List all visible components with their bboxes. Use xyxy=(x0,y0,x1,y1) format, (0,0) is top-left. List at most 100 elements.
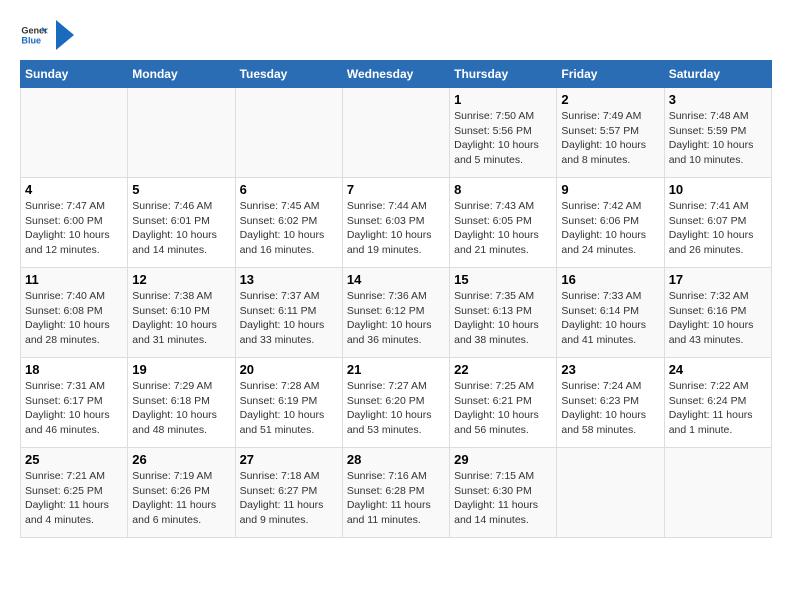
day-info: Sunrise: 7:38 AMSunset: 6:10 PMDaylight:… xyxy=(132,289,230,348)
day-number: 10 xyxy=(669,182,767,197)
week-row-5: 25 Sunrise: 7:21 AMSunset: 6:25 PMDayligh… xyxy=(21,448,772,538)
day-number: 28 xyxy=(347,452,445,467)
calendar-cell xyxy=(128,88,235,178)
calendar-cell: 3 Sunrise: 7:48 AMSunset: 5:59 PMDaylight… xyxy=(664,88,771,178)
calendar-cell: 19Sunrise: 7:29 AMSunset: 6:18 PMDayligh… xyxy=(128,358,235,448)
day-info: Sunrise: 7:33 AMSunset: 6:14 PMDaylight:… xyxy=(561,289,659,348)
day-number: 8 xyxy=(454,182,552,197)
svg-text:Blue: Blue xyxy=(21,35,41,45)
calendar-cell: 15 Sunrise: 7:35 AMSunset: 6:13 PMDayligh… xyxy=(450,268,557,358)
day-info: Sunrise: 7:37 AMSunset: 6:11 PMDaylight:… xyxy=(240,289,338,348)
day-number: 16 xyxy=(561,272,659,287)
header-day-sunday: Sunday xyxy=(21,61,128,88)
calendar-cell: 22Sunrise: 7:25 AMSunset: 6:21 PMDayligh… xyxy=(450,358,557,448)
calendar-cell xyxy=(557,448,664,538)
day-info: Sunrise: 7:19 AMSunset: 6:26 PMDaylight:… xyxy=(132,469,230,528)
calendar-cell: 11 Sunrise: 7:40 AMSunset: 6:08 PMDayligh… xyxy=(21,268,128,358)
calendar-cell xyxy=(235,88,342,178)
day-info: Sunrise: 7:46 AMSunset: 6:01 PMDaylight:… xyxy=(132,199,230,258)
header-row: SundayMondayTuesdayWednesdayThursdayFrid… xyxy=(21,61,772,88)
calendar-cell xyxy=(21,88,128,178)
logo: General Blue xyxy=(20,20,74,50)
day-number: 21 xyxy=(347,362,445,377)
week-row-3: 11 Sunrise: 7:40 AMSunset: 6:08 PMDayligh… xyxy=(21,268,772,358)
day-number: 14 xyxy=(347,272,445,287)
calendar-cell: 28 Sunrise: 7:16 AMSunset: 6:28 PMDayligh… xyxy=(342,448,449,538)
calendar-cell: 1 Sunrise: 7:50 AMSunset: 5:56 PMDaylight… xyxy=(450,88,557,178)
day-number: 20 xyxy=(240,362,338,377)
day-info: Sunrise: 7:49 AMSunset: 5:57 PMDaylight:… xyxy=(561,109,659,168)
calendar-cell: 21 Sunrise: 7:27 AMSunset: 6:20 PMDayligh… xyxy=(342,358,449,448)
calendar-cell: 20 Sunrise: 7:28 AMSunset: 6:19 PMDayligh… xyxy=(235,358,342,448)
day-info: Sunrise: 7:15 AMSunset: 6:30 PMDaylight:… xyxy=(454,469,552,528)
day-number: 24 xyxy=(669,362,767,377)
day-number: 18 xyxy=(25,362,123,377)
header-day-tuesday: Tuesday xyxy=(235,61,342,88)
day-number: 7 xyxy=(347,182,445,197)
header-day-thursday: Thursday xyxy=(450,61,557,88)
calendar-cell: 14 Sunrise: 7:36 AMSunset: 6:12 PMDayligh… xyxy=(342,268,449,358)
day-info: Sunrise: 7:16 AMSunset: 6:28 PMDaylight:… xyxy=(347,469,445,528)
header-day-saturday: Saturday xyxy=(664,61,771,88)
header-day-friday: Friday xyxy=(557,61,664,88)
calendar-cell xyxy=(664,448,771,538)
calendar-cell: 10 Sunrise: 7:41 AMSunset: 6:07 PMDayligh… xyxy=(664,178,771,268)
day-info: Sunrise: 7:25 AMSunset: 6:21 PMDaylight:… xyxy=(454,379,552,438)
day-number: 6 xyxy=(240,182,338,197)
page-header: General Blue xyxy=(20,20,772,50)
day-number: 1 xyxy=(454,92,552,107)
day-info: Sunrise: 7:45 AMSunset: 6:02 PMDaylight:… xyxy=(240,199,338,258)
calendar-cell: 29 Sunrise: 7:15 AMSunset: 6:30 PMDayligh… xyxy=(450,448,557,538)
day-number: 15 xyxy=(454,272,552,287)
day-info: Sunrise: 7:44 AMSunset: 6:03 PMDaylight:… xyxy=(347,199,445,258)
day-info: Sunrise: 7:31 AMSunset: 6:17 PMDaylight:… xyxy=(25,379,123,438)
day-info: Sunrise: 7:48 AMSunset: 5:59 PMDaylight:… xyxy=(669,109,767,168)
day-number: 2 xyxy=(561,92,659,107)
calendar-cell: 13 Sunrise: 7:37 AMSunset: 6:11 PMDayligh… xyxy=(235,268,342,358)
calendar-cell: 24Sunrise: 7:22 AMSunset: 6:24 PMDayligh… xyxy=(664,358,771,448)
day-info: Sunrise: 7:36 AMSunset: 6:12 PMDaylight:… xyxy=(347,289,445,348)
day-number: 12 xyxy=(132,272,230,287)
day-info: Sunrise: 7:28 AMSunset: 6:19 PMDaylight:… xyxy=(240,379,338,438)
calendar-cell: 18 Sunrise: 7:31 AMSunset: 6:17 PMDayligh… xyxy=(21,358,128,448)
header-day-monday: Monday xyxy=(128,61,235,88)
day-info: Sunrise: 7:35 AMSunset: 6:13 PMDaylight:… xyxy=(454,289,552,348)
calendar-cell: 25 Sunrise: 7:21 AMSunset: 6:25 PMDayligh… xyxy=(21,448,128,538)
calendar-cell: 4 Sunrise: 7:47 AMSunset: 6:00 PMDaylight… xyxy=(21,178,128,268)
day-number: 27 xyxy=(240,452,338,467)
day-info: Sunrise: 7:50 AMSunset: 5:56 PMDaylight:… xyxy=(454,109,552,168)
day-info: Sunrise: 7:40 AMSunset: 6:08 PMDaylight:… xyxy=(25,289,123,348)
day-info: Sunrise: 7:47 AMSunset: 6:00 PMDaylight:… xyxy=(25,199,123,258)
day-number: 13 xyxy=(240,272,338,287)
day-info: Sunrise: 7:21 AMSunset: 6:25 PMDaylight:… xyxy=(25,469,123,528)
week-row-4: 18 Sunrise: 7:31 AMSunset: 6:17 PMDayligh… xyxy=(21,358,772,448)
calendar-cell: 5 Sunrise: 7:46 AMSunset: 6:01 PMDaylight… xyxy=(128,178,235,268)
logo-icon: General Blue xyxy=(20,21,48,49)
calendar-cell: 12 Sunrise: 7:38 AMSunset: 6:10 PMDayligh… xyxy=(128,268,235,358)
calendar-cell: 17Sunrise: 7:32 AMSunset: 6:16 PMDayligh… xyxy=(664,268,771,358)
day-number: 9 xyxy=(561,182,659,197)
day-info: Sunrise: 7:27 AMSunset: 6:20 PMDaylight:… xyxy=(347,379,445,438)
day-number: 11 xyxy=(25,272,123,287)
day-info: Sunrise: 7:18 AMSunset: 6:27 PMDaylight:… xyxy=(240,469,338,528)
day-number: 26 xyxy=(132,452,230,467)
calendar-header: SundayMondayTuesdayWednesdayThursdayFrid… xyxy=(21,61,772,88)
calendar-cell: 2 Sunrise: 7:49 AMSunset: 5:57 PMDaylight… xyxy=(557,88,664,178)
calendar-cell xyxy=(342,88,449,178)
day-number: 25 xyxy=(25,452,123,467)
day-number: 19 xyxy=(132,362,230,377)
day-number: 5 xyxy=(132,182,230,197)
calendar-cell: 9Sunrise: 7:42 AMSunset: 6:06 PMDaylight… xyxy=(557,178,664,268)
day-info: Sunrise: 7:41 AMSunset: 6:07 PMDaylight:… xyxy=(669,199,767,258)
day-info: Sunrise: 7:43 AMSunset: 6:05 PMDaylight:… xyxy=(454,199,552,258)
day-number: 29 xyxy=(454,452,552,467)
week-row-1: 1 Sunrise: 7:50 AMSunset: 5:56 PMDaylight… xyxy=(21,88,772,178)
day-number: 4 xyxy=(25,182,123,197)
calendar-cell: 27 Sunrise: 7:18 AMSunset: 6:27 PMDayligh… xyxy=(235,448,342,538)
calendar-cell: 16 Sunrise: 7:33 AMSunset: 6:14 PMDayligh… xyxy=(557,268,664,358)
day-number: 3 xyxy=(669,92,767,107)
header-day-wednesday: Wednesday xyxy=(342,61,449,88)
day-number: 23 xyxy=(561,362,659,377)
calendar-cell: 7 Sunrise: 7:44 AMSunset: 6:03 PMDaylight… xyxy=(342,178,449,268)
calendar-table: SundayMondayTuesdayWednesdayThursdayFrid… xyxy=(20,60,772,538)
